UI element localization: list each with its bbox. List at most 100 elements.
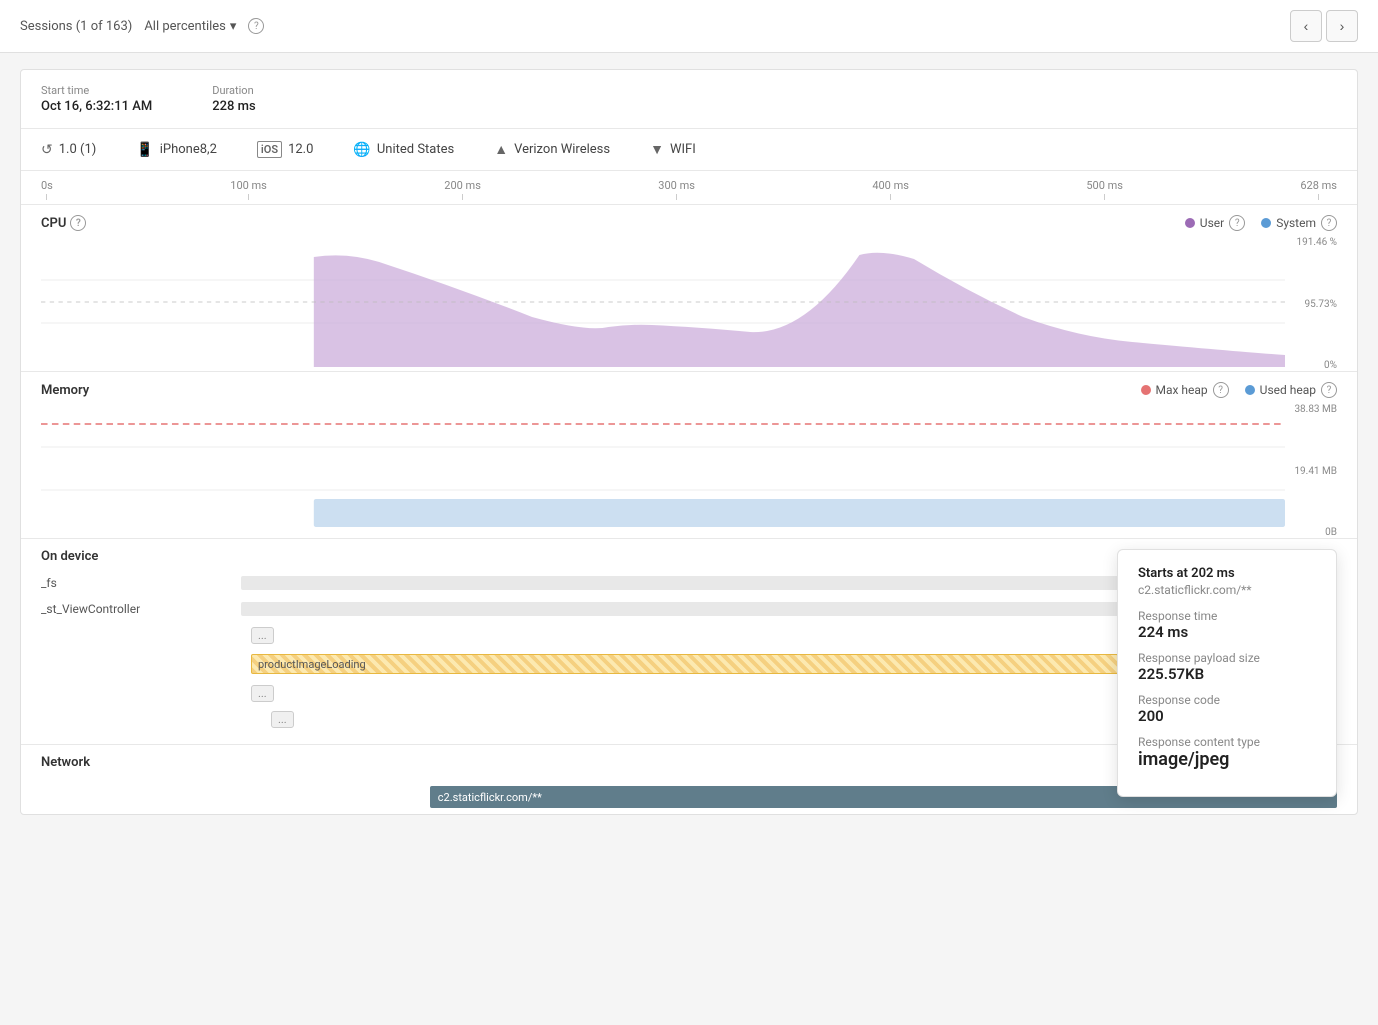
ruler-tick-0: 0s — [41, 179, 53, 200]
memory-chart-content — [41, 404, 1285, 538]
memory-chart-container: 38.83 MB 19.41 MB 0B — [41, 404, 1337, 538]
ruler-tick-3: 300 ms — [658, 179, 695, 200]
timeline-ruler: 0s 100 ms 200 ms 300 ms 400 ms 500 ms — [21, 171, 1357, 205]
carrier-item: ▲ Verizon Wireless — [494, 141, 610, 158]
tooltip-value-2: 200 — [1138, 707, 1316, 725]
ruler-tick-2: 200 ms — [444, 179, 481, 200]
tooltip-row-1: Response payload size 225.57KB — [1138, 651, 1316, 683]
memory-y-bot: 0B — [1293, 527, 1337, 538]
cpu-chart-section: CPU ? User ? System ? — [21, 205, 1357, 372]
version-item: ↺ 1.0 (1) — [41, 142, 96, 158]
memory-legend: Max heap ? Used heap ? — [1141, 382, 1338, 398]
top-bar-left: Sessions (1 of 163) All percentiles ▾ ? — [20, 18, 264, 34]
memory-y-top: 38.83 MB — [1293, 404, 1337, 415]
nav-next-button[interactable]: › — [1326, 10, 1358, 42]
tooltip-row-0: Response time 224 ms — [1138, 609, 1316, 641]
memory-chart-svg — [41, 404, 1285, 534]
tooltip-row-3: Response content type image/jpeg — [1138, 735, 1316, 770]
system-label: System — [1276, 216, 1316, 230]
cpu-y-bot: 0% — [1293, 360, 1337, 371]
duration-label: Duration — [212, 84, 255, 97]
tick-line-6 — [1318, 194, 1319, 200]
tooltip-label-2: Response code — [1138, 693, 1316, 707]
version-value: 1.0 (1) — [59, 142, 97, 157]
memory-chart-title: Memory — [41, 383, 89, 398]
tick-line-0 — [46, 194, 47, 200]
trace-dots-1[interactable]: ... — [251, 625, 274, 645]
ruler-labels: 0s 100 ms 200 ms 300 ms 400 ms 500 ms — [41, 179, 1337, 204]
help-icon[interactable]: ? — [248, 18, 264, 34]
tick-line-3 — [676, 194, 677, 200]
nav-buttons: ‹ › — [1290, 10, 1358, 42]
legend-maxheap: Max heap ? — [1141, 382, 1229, 398]
cpu-legend: User ? System ? — [1185, 215, 1337, 231]
percentile-label: All percentiles — [144, 19, 226, 34]
sessions-label: Sessions (1 of 163) — [20, 19, 132, 34]
tick-line-4 — [890, 194, 891, 200]
signal-icon: ▲ — [494, 141, 508, 158]
user-dot — [1185, 218, 1195, 228]
session-info: Start time Oct 16, 6:32:11 AM Duration 2… — [21, 70, 1357, 129]
system-help-icon[interactable]: ? — [1321, 215, 1337, 231]
device-bar: ↺ 1.0 (1) 📱 iPhone8,2 iOS 12.0 🌐 United … — [21, 129, 1357, 171]
maxheap-label: Max heap — [1156, 383, 1208, 397]
cpu-chart-container: 191.46 % 95.73% 0% — [41, 237, 1337, 371]
tooltip-value-1: 225.57KB — [1138, 665, 1316, 683]
ruler-tick-1: 100 ms — [230, 179, 267, 200]
maxheap-dot — [1141, 385, 1151, 395]
cpu-chart-svg — [41, 237, 1285, 367]
memory-chart-header: Memory Max heap ? Used heap ? — [41, 372, 1337, 404]
ruler-tick-5: 500 ms — [1086, 179, 1123, 200]
legend-user: User ? — [1185, 215, 1245, 231]
cpu-chart-header: CPU ? User ? System ? — [41, 205, 1337, 237]
network-bar-label: c2.staticflickr.com/** — [438, 791, 542, 804]
top-bar: Sessions (1 of 163) All percentiles ▾ ? … — [0, 0, 1378, 53]
on-device-section: On device _fs _st_ViewController ... — [21, 539, 1357, 745]
trace-label-vc: _st_ViewController — [41, 602, 241, 616]
ruler-tick-6: 628 ms — [1300, 179, 1337, 200]
os-item: iOS 12.0 — [257, 141, 314, 158]
usedheap-help-icon[interactable]: ? — [1321, 382, 1337, 398]
duration-group: Duration 228 ms — [212, 84, 255, 114]
tooltip-value-3: image/jpeg — [1138, 749, 1316, 770]
version-icon: ↺ — [41, 142, 53, 158]
percentile-dropdown[interactable]: All percentiles ▾ — [144, 19, 236, 34]
user-help-icon[interactable]: ? — [1229, 215, 1245, 231]
trace-dots-3[interactable]: ... — [271, 709, 294, 729]
legend-system: System ? — [1261, 215, 1337, 231]
maxheap-help-icon[interactable]: ? — [1213, 382, 1229, 398]
tooltip-title: Starts at 202 ms — [1138, 566, 1316, 581]
system-dot — [1261, 218, 1271, 228]
cpu-chart-title: CPU ? — [41, 215, 86, 231]
carrier-value: Verizon Wireless — [514, 142, 610, 157]
cpu-help-icon[interactable]: ? — [70, 215, 86, 231]
trace-label-fs: _fs — [41, 576, 241, 590]
ruler-tick-4: 400 ms — [872, 179, 909, 200]
cpu-chart-content — [41, 237, 1285, 371]
main-card: Start time Oct 16, 6:32:11 AM Duration 2… — [20, 69, 1358, 815]
nav-prev-button[interactable]: ‹ — [1290, 10, 1322, 42]
cpu-y-axis: 191.46 % 95.73% 0% — [1285, 237, 1337, 371]
dropdown-chevron-icon: ▾ — [230, 19, 237, 34]
trace-dots-2[interactable]: ... — [251, 683, 274, 703]
usedheap-dot — [1245, 385, 1255, 395]
phone-icon: 📱 — [136, 142, 153, 158]
tooltip-value-0: 224 ms — [1138, 623, 1316, 641]
start-time-label: Start time — [41, 84, 152, 97]
network-item: ▼ WIFI — [650, 141, 696, 158]
device-value: iPhone8,2 — [160, 142, 217, 157]
memory-y-axis: 38.83 MB 19.41 MB 0B — [1285, 404, 1337, 538]
start-time-value: Oct 16, 6:32:11 AM — [41, 99, 152, 114]
os-value: 12.0 — [288, 142, 313, 157]
cpu-y-mid: 95.73% — [1293, 299, 1337, 310]
globe-icon: 🌐 — [353, 142, 370, 158]
tick-line-2 — [462, 194, 463, 200]
wifi-icon: ▼ — [650, 141, 664, 158]
cpu-y-top: 191.46 % — [1293, 237, 1337, 248]
country-item: 🌐 United States — [353, 142, 454, 158]
product-image-loading-bar: productImageLoading — [251, 654, 1137, 674]
duration-value: 228 ms — [212, 99, 255, 114]
tooltip-card: Starts at 202 ms c2.staticflickr.com/** … — [1117, 549, 1337, 797]
product-bar-label: productImageLoading — [258, 658, 366, 671]
ios-icon: iOS — [257, 141, 282, 158]
